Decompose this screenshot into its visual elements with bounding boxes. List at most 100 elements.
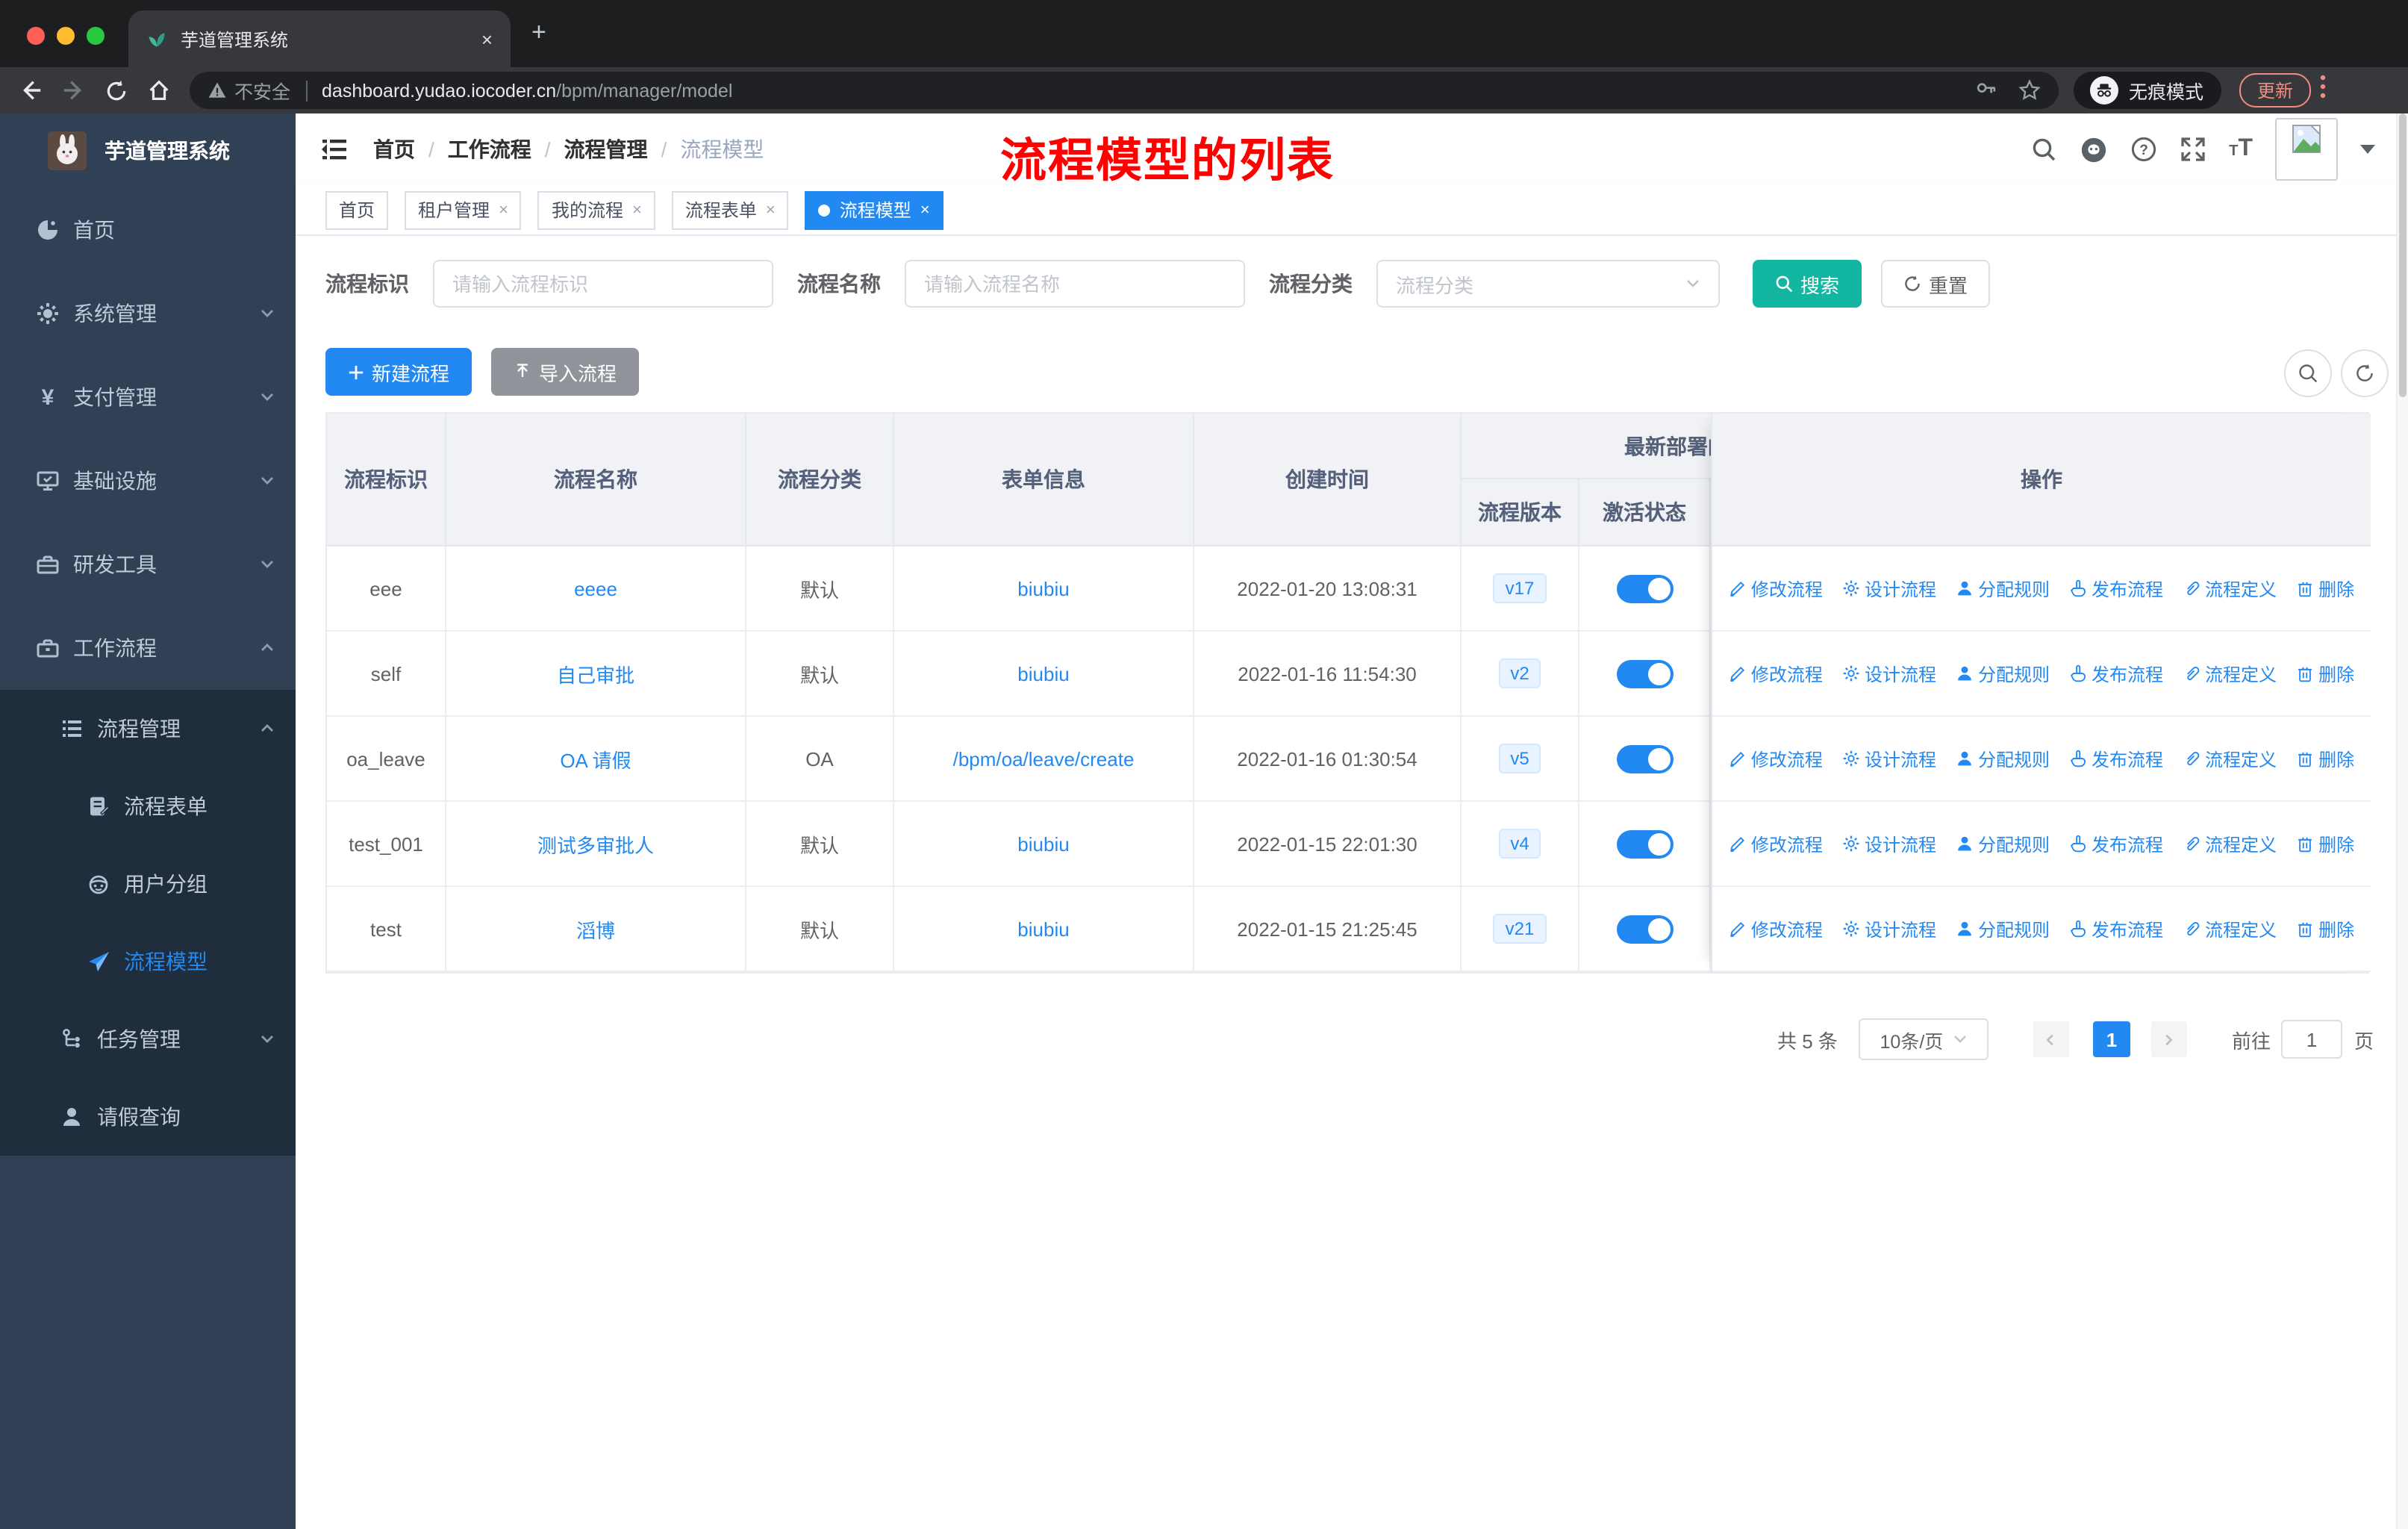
font-size-icon[interactable]: TT	[2229, 136, 2253, 163]
sidebar-item-payment[interactable]: ¥ 支付管理	[0, 355, 296, 439]
import-process-button[interactable]: 导入流程	[491, 348, 640, 396]
app-logo[interactable]: 芋道管理系统	[0, 113, 296, 188]
process-key-input[interactable]	[433, 260, 773, 308]
sidebar-item-home[interactable]: 首页	[0, 188, 296, 272]
tag-tenant[interactable]: 租户管理 ×	[405, 190, 522, 229]
search-button[interactable]: 搜索	[1753, 260, 1862, 308]
fullscreen-icon[interactable]	[2180, 136, 2206, 163]
process-definition-link[interactable]: 流程定义	[2183, 746, 2277, 771]
tab-close-icon[interactable]: ×	[481, 28, 493, 50]
assign-rule-link[interactable]: 分配规则	[1956, 916, 2050, 941]
password-key-icon[interactable]	[1975, 79, 1997, 102]
sidebar-item-user-group[interactable]: 用户分组	[0, 845, 296, 923]
goto-page-input[interactable]	[2280, 1020, 2342, 1059]
home-icon[interactable]	[146, 78, 172, 103]
browser-tab[interactable]: 芋道管理系统 ×	[128, 10, 511, 67]
edit-process-link[interactable]: 修改流程	[1729, 916, 1823, 941]
process-name-link[interactable]: OA 请假	[560, 744, 631, 773]
publish-process-link[interactable]: 发布流程	[2069, 916, 2163, 941]
avatar-dropdown-caret[interactable]	[2360, 145, 2375, 154]
form-info-link[interactable]: biubiu	[1017, 662, 1069, 685]
toggle-search-button[interactable]	[2284, 349, 2332, 397]
publish-process-link[interactable]: 发布流程	[2069, 576, 2163, 601]
address-bar[interactable]: 不安全 dashboard.yudao.iocoder.cn/bpm/manag…	[190, 72, 2059, 109]
delete-link[interactable]: 删除	[2296, 916, 2354, 941]
tag-home[interactable]: 首页	[325, 190, 389, 229]
zoom-window-button[interactable]	[87, 26, 105, 44]
process-definition-link[interactable]: 流程定义	[2183, 831, 2277, 856]
help-icon[interactable]: ?	[2130, 136, 2157, 163]
process-definition-link[interactable]: 流程定义	[2183, 916, 2277, 941]
form-info-link[interactable]: /bpm/oa/leave/create	[953, 747, 1135, 770]
sidebar-item-workflow[interactable]: 工作流程	[0, 606, 296, 690]
breadcrumb-home[interactable]: 首页	[373, 134, 415, 164]
delete-link[interactable]: 删除	[2296, 661, 2354, 686]
delete-link[interactable]: 删除	[2296, 746, 2354, 771]
sidebar-collapse-icon[interactable]	[319, 134, 349, 172]
process-name-link[interactable]: 自己审批	[557, 659, 634, 688]
edit-process-link[interactable]: 修改流程	[1729, 746, 1823, 771]
publish-process-link[interactable]: 发布流程	[2069, 831, 2163, 856]
publish-process-link[interactable]: 发布流程	[2069, 746, 2163, 771]
page-scrollbar[interactable]	[2396, 113, 2408, 1529]
next-page-button[interactable]	[2150, 1021, 2187, 1057]
sidebar-item-process-management[interactable]: 流程管理	[0, 690, 296, 767]
tag-my-process[interactable]: 我的流程 ×	[537, 190, 655, 229]
tag-process-form[interactable]: 流程表单 ×	[671, 190, 789, 229]
process-name-link[interactable]: 测试多审批人	[537, 829, 654, 858]
edit-process-link[interactable]: 修改流程	[1729, 661, 1823, 686]
page-size-select[interactable]: 10条/页	[1858, 1018, 1989, 1060]
design-process-link[interactable]: 设计流程	[1842, 661, 1936, 686]
process-definition-link[interactable]: 流程定义	[2183, 576, 2277, 601]
delete-link[interactable]: 删除	[2296, 576, 2354, 601]
scrollbar-thumb[interactable]	[2399, 113, 2407, 397]
search-icon[interactable]	[2030, 136, 2057, 163]
sidebar-item-infrastructure[interactable]: 基础设施	[0, 439, 296, 523]
assign-rule-link[interactable]: 分配规则	[1956, 576, 2050, 601]
form-info-link[interactable]: biubiu	[1017, 918, 1069, 940]
edit-process-link[interactable]: 修改流程	[1729, 831, 1823, 856]
back-icon[interactable]	[18, 78, 43, 103]
breadcrumb-process-management[interactable]: 流程管理	[564, 134, 648, 164]
active-toggle[interactable]	[1616, 915, 1673, 943]
tag-process-model[interactable]: 流程模型 ×	[805, 190, 943, 229]
design-process-link[interactable]: 设计流程	[1842, 916, 1936, 941]
delete-link[interactable]: 删除	[2296, 831, 2354, 856]
process-definition-link[interactable]: 流程定义	[2183, 661, 2277, 686]
assign-rule-link[interactable]: 分配规则	[1956, 746, 2050, 771]
browser-menu-icon[interactable]	[2320, 75, 2326, 106]
form-info-link[interactable]: biubiu	[1017, 832, 1069, 855]
tag-close-icon[interactable]: ×	[766, 201, 776, 219]
sidebar-item-leave-query[interactable]: 请假查询	[0, 1078, 296, 1156]
forward-icon[interactable]	[61, 78, 87, 103]
sidebar-item-system[interactable]: 系统管理	[0, 272, 296, 355]
sidebar-item-dev-tools[interactable]: 研发工具	[0, 523, 296, 606]
sidebar-item-process-form[interactable]: 流程表单	[0, 767, 296, 845]
tag-close-icon[interactable]: ×	[920, 201, 930, 219]
close-window-button[interactable]	[27, 26, 45, 44]
minimize-window-button[interactable]	[57, 26, 75, 44]
active-toggle[interactable]	[1616, 659, 1673, 688]
tag-close-icon[interactable]: ×	[499, 201, 508, 219]
design-process-link[interactable]: 设计流程	[1842, 746, 1936, 771]
process-name-input[interactable]	[905, 260, 1245, 308]
create-process-button[interactable]: 新建流程	[325, 348, 472, 396]
active-toggle[interactable]	[1616, 829, 1673, 858]
reload-icon[interactable]	[105, 78, 128, 102]
edit-process-link[interactable]: 修改流程	[1729, 576, 1823, 601]
form-info-link[interactable]: biubiu	[1017, 577, 1069, 600]
active-toggle[interactable]	[1616, 744, 1673, 773]
breadcrumb-workflow[interactable]: 工作流程	[448, 134, 531, 164]
github-icon[interactable]	[2080, 135, 2108, 164]
refresh-table-button[interactable]	[2341, 349, 2389, 397]
bookmark-star-icon[interactable]	[2018, 79, 2041, 102]
process-category-select[interactable]: 流程分类	[1376, 260, 1720, 308]
tag-close-icon[interactable]: ×	[632, 201, 642, 219]
avatar[interactable]	[2275, 118, 2338, 181]
design-process-link[interactable]: 设计流程	[1842, 831, 1936, 856]
design-process-link[interactable]: 设计流程	[1842, 576, 1936, 601]
active-toggle[interactable]	[1616, 574, 1673, 602]
assign-rule-link[interactable]: 分配规则	[1956, 661, 2050, 686]
sidebar-item-process-model[interactable]: 流程模型	[0, 923, 296, 1000]
publish-process-link[interactable]: 发布流程	[2069, 661, 2163, 686]
